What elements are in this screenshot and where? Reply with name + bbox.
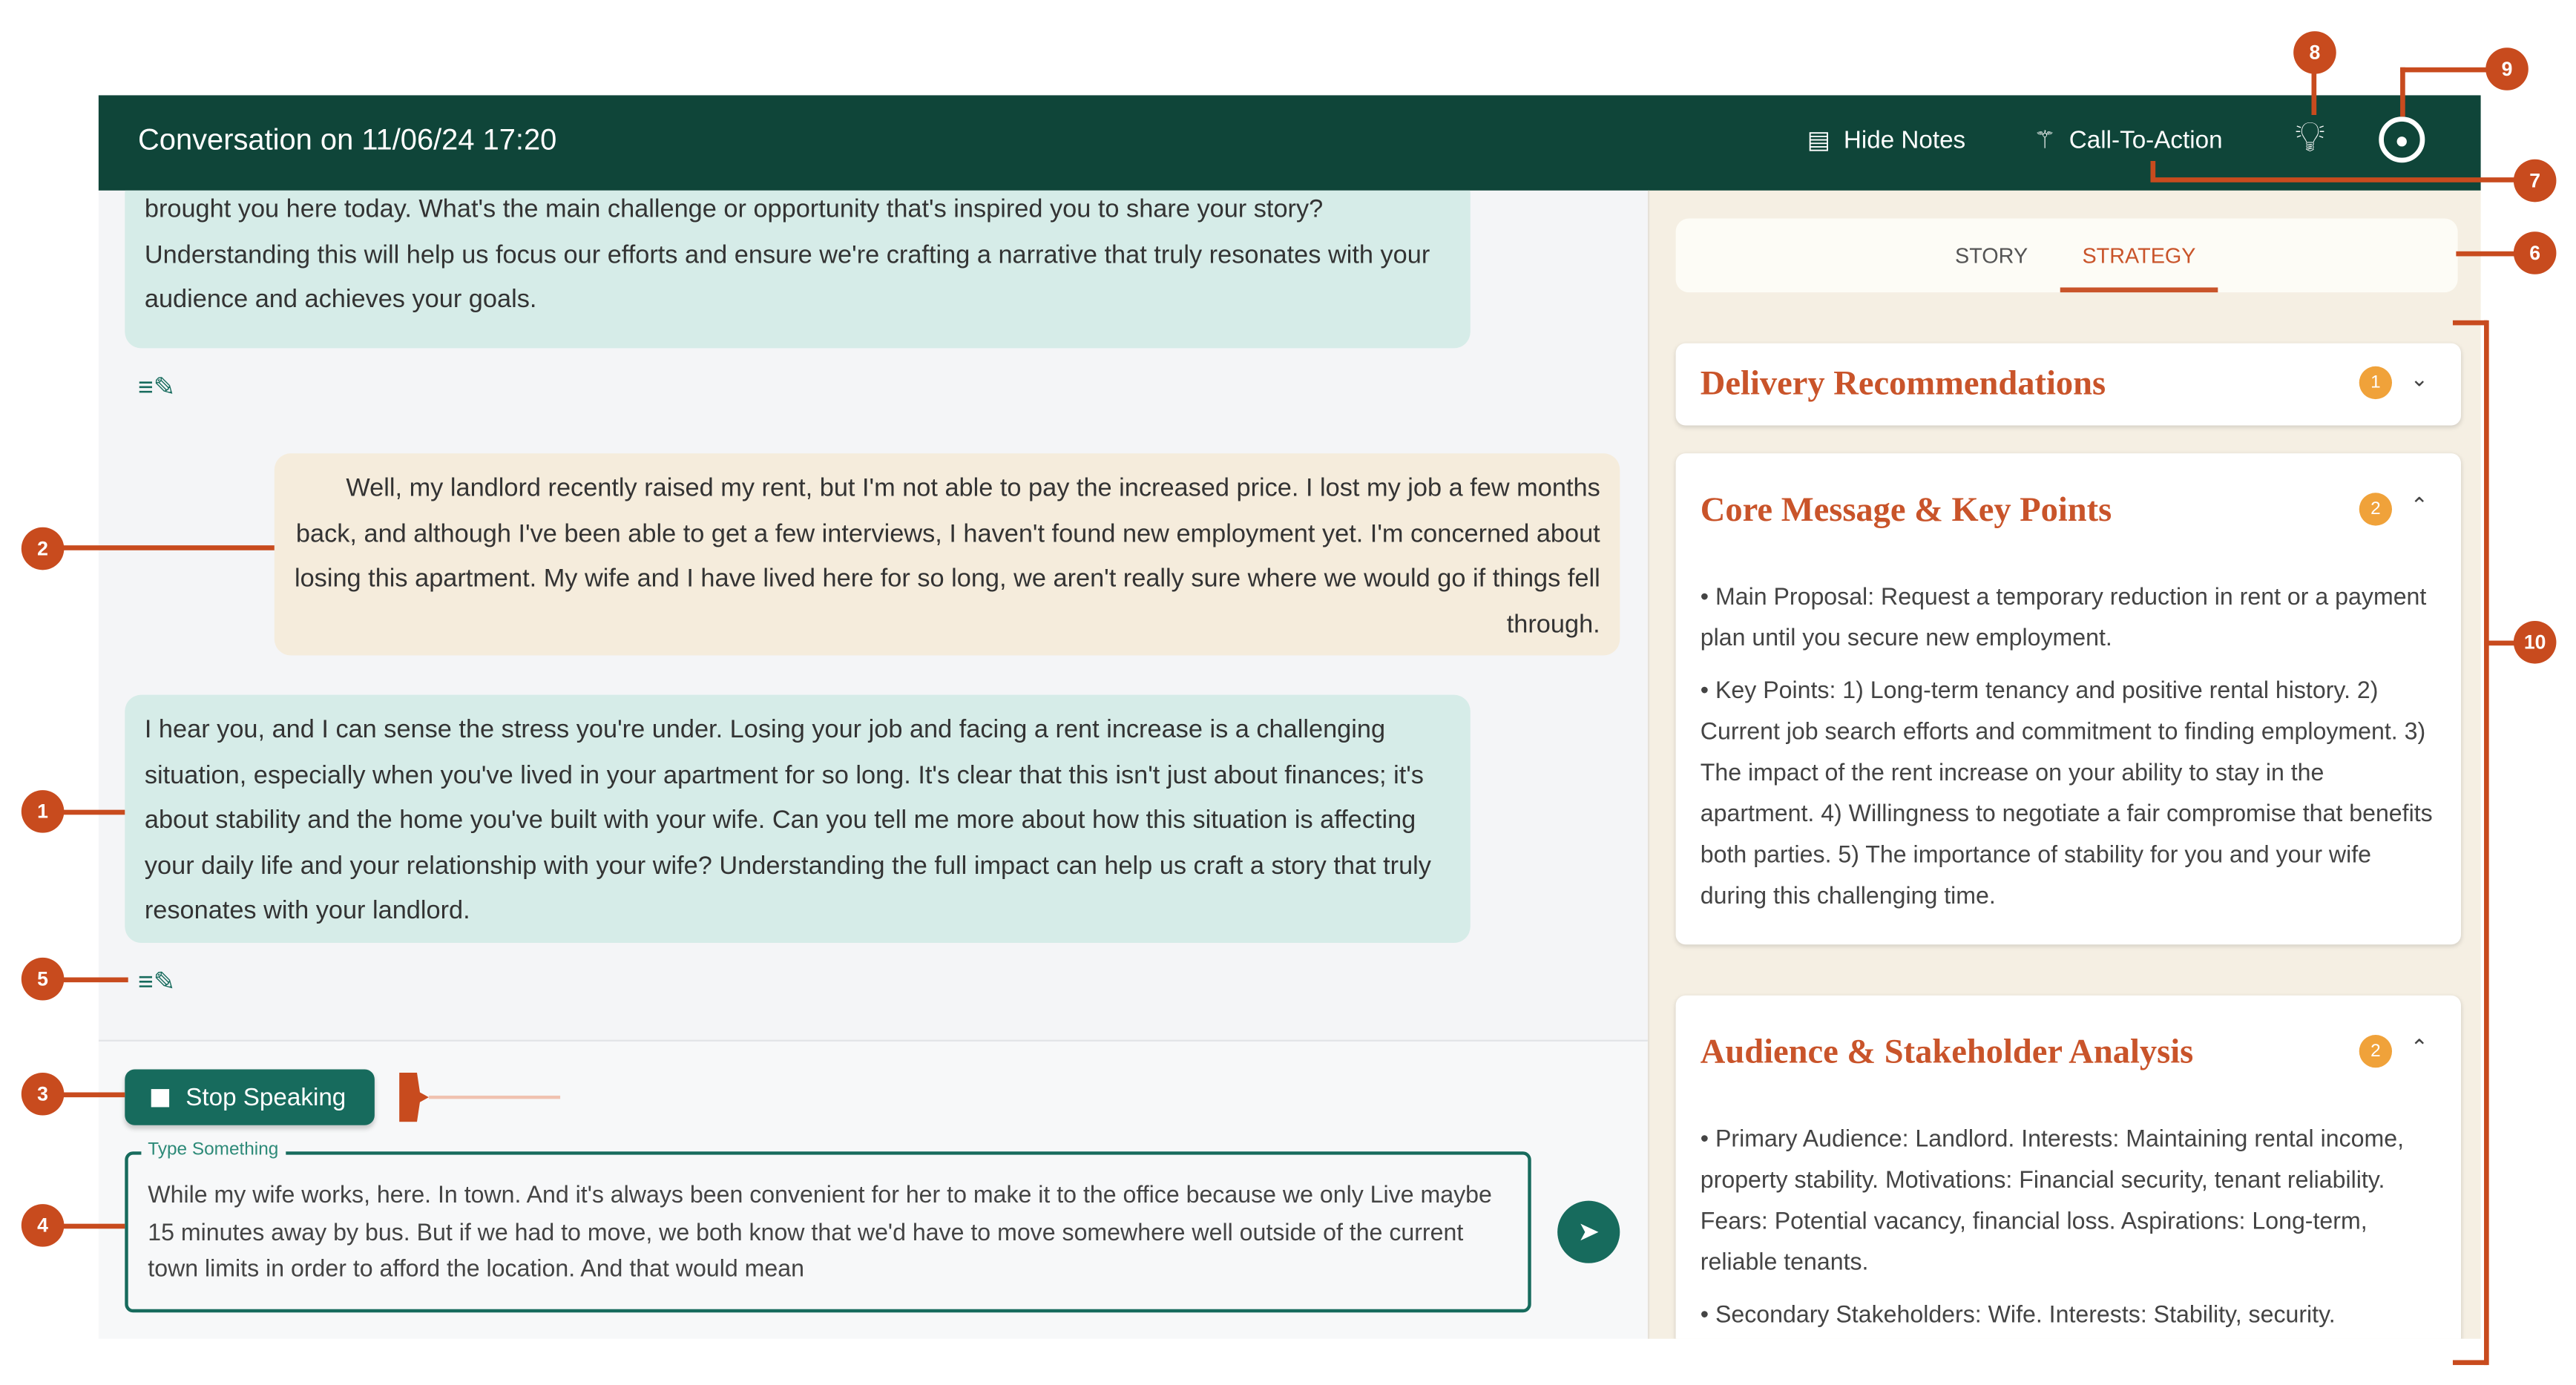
card-title: Delivery Recommendations [1700,363,2106,403]
annotation-line [2400,67,2491,73]
card-audience-analysis: Audience & Stakeholder Analysis 2 ⌃ • Pr… [1675,995,2462,1339]
annotation-bracket [2452,1360,2488,1366]
message-input-label: Type Something [141,1139,286,1160]
assistant-message: brought you here today. What's the main … [125,190,1471,349]
tab-strategy[interactable]: STRATEGY [2060,219,2218,293]
card-content: • Primary Audience: Landlord. Interests:… [1701,1120,2437,1339]
count-badge: 2 [2359,493,2393,526]
annotation-line [2150,177,2520,182]
count-badge: 2 [2359,1035,2393,1068]
page-title: Conversation on 11/06/24 17:20 [138,123,557,157]
app-header: Conversation on 11/06/24 17:20 ▤ Hide Not… [98,95,2481,191]
send-icon: ➤ [1577,1219,1600,1247]
chat-panel: brought you here today. What's the main … [98,190,1648,1339]
annotation-7: 7 [2513,159,2557,203]
note-edit-icon[interactable]: ≡✎ [138,966,175,999]
lightbulb-icon[interactable]: 💡︎ [2295,112,2324,165]
card-title: Audience & Stakeholder Analysis [1700,1031,2194,1071]
note-edit-icon[interactable]: ≡✎ [138,371,175,404]
user-message: Well, my landlord recently raised my ren… [274,453,1620,656]
tab-story[interactable]: STORY [1955,243,2028,268]
annotation-line [2311,72,2317,116]
call-to-action-button[interactable]: ⚚ Call-To-Action [2034,125,2222,154]
annotation-line [2400,67,2405,117]
annotation-bracket [2484,320,2489,1366]
notes-icon: ▤ [1807,126,1831,155]
chevron-up-icon[interactable]: ⌃ [2411,493,2428,519]
stop-icon [151,1088,170,1107]
stop-speaking-button[interactable]: Stop Speaking [125,1069,375,1125]
magic-wand-icon: ⚚ [2034,126,2057,155]
audio-waveform-track [428,1095,561,1099]
stop-speaking-label: Stop Speaking [185,1083,346,1111]
assistant-message: I hear you, and I can sense the stress y… [125,694,1471,944]
annotation-line [62,1223,125,1229]
bullet-item: • Primary Audience: Landlord. Interests:… [1700,1127,2405,1277]
annotation-bracket [2452,320,2488,326]
annotation-3: 3 [21,1072,65,1116]
annotation-line [62,809,125,815]
annotation-line [62,977,128,983]
annotation-5: 5 [21,957,65,1001]
annotation-line [62,545,275,550]
annotation-8: 8 [2293,31,2336,74]
message-input[interactable]: While my wife works, here. In town. And … [125,1151,1531,1313]
annotation-6: 6 [2513,231,2557,274]
notes-panel: STORY STRATEGY Delivery Recommendations … [1647,190,2481,1339]
input-area: Stop Speaking While my wife works, here.… [98,1039,1648,1339]
annotation-1: 1 [21,790,65,833]
audio-waveform [399,1072,429,1122]
bullet-item: • Key Points: 1) Long-term tenancy and p… [1700,678,2433,910]
tab-bar: STORY STRATEGY [1675,218,2458,293]
card-delivery-recommendations[interactable]: Delivery Recommendations 1 ⌄ [1675,343,2462,426]
annotation-line [2456,251,2522,257]
card-core-message: Core Message & Key Points 2 ⌃ • Main Pro… [1675,453,2462,945]
card-title: Core Message & Key Points [1700,489,2112,530]
account-icon[interactable]: ● [2379,116,2425,163]
annotation-9: 9 [2485,47,2529,91]
bullet-item: • Secondary Stakeholders: Wife. Interest… [1700,1302,2336,1329]
annotation-4: 4 [21,1204,65,1247]
send-button[interactable]: ➤ [1557,1200,1620,1263]
chevron-down-icon[interactable]: ⌄ [2411,366,2428,392]
bullet-item: • Main Proposal: Request a temporary red… [1700,585,2427,653]
annotation-10: 10 [2513,621,2557,664]
call-to-action-label: Call-To-Action [2069,125,2223,154]
card-content: • Main Proposal: Request a temporary red… [1701,578,2437,930]
chevron-up-icon[interactable]: ⌃ [2411,1035,2428,1061]
hide-notes-button[interactable]: ▤ Hide Notes [1807,125,1965,154]
annotation-line [62,1092,125,1098]
count-badge: 1 [2359,366,2393,400]
hide-notes-label: Hide Notes [1843,125,1966,154]
annotation-2: 2 [21,527,65,570]
